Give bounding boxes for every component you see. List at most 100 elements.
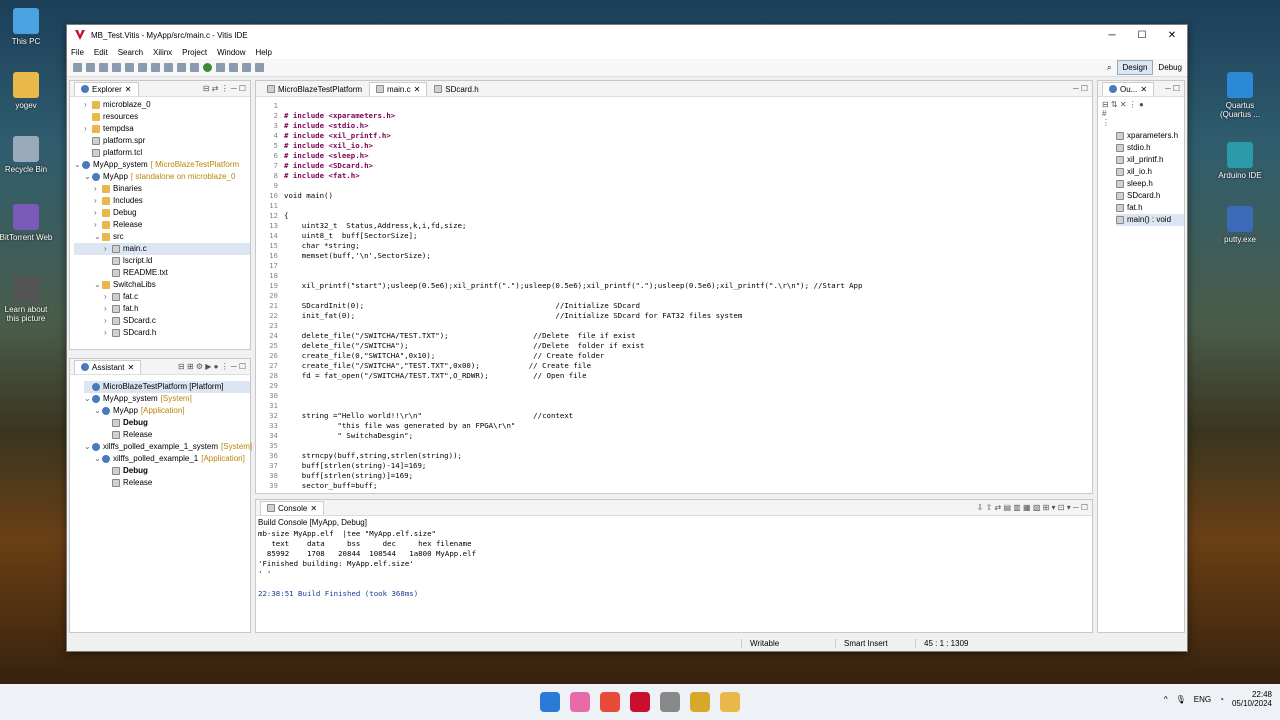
tree-item[interactable]: platform.spr: [74, 135, 250, 147]
expand-toggle-icon[interactable]: ⌄: [94, 405, 102, 417]
editor-tab[interactable]: SDcard.h: [427, 81, 486, 96]
outline-item[interactable]: sleep.h: [1116, 178, 1184, 190]
quartus-icon[interactable]: [690, 692, 710, 712]
tab-assistant[interactable]: Assistant ✕: [74, 359, 142, 374]
menu-item[interactable]: Window: [217, 48, 245, 57]
expand-toggle-icon[interactable]: ›: [104, 327, 112, 339]
close-icon[interactable]: ✕: [414, 85, 421, 94]
outline-item[interactable]: xil_io.h: [1116, 166, 1184, 178]
tree-item[interactable]: › microblaze_0: [74, 99, 250, 111]
outline-item[interactable]: xparameters.h: [1116, 130, 1184, 142]
print-icon[interactable]: [112, 63, 121, 72]
tree-item[interactable]: ⌄ MyApp_system[ MicroBlazeTestPlatform: [74, 159, 250, 171]
outline-item[interactable]: main() : void: [1116, 214, 1184, 226]
build-icon[interactable]: [138, 63, 147, 72]
desktop-icon[interactable]: putty.exe: [1212, 206, 1268, 244]
outline-item[interactable]: stdio.h: [1116, 142, 1184, 154]
explorer-icon[interactable]: [720, 692, 740, 712]
expand-toggle-icon[interactable]: ⌄: [74, 159, 82, 171]
desktop-icon[interactable]: This PC: [0, 8, 54, 46]
menu-item[interactable]: Xilinx: [153, 48, 172, 57]
chrome-icon[interactable]: [600, 692, 620, 712]
debug-icon[interactable]: [190, 63, 199, 72]
expand-toggle-icon[interactable]: ›: [84, 123, 92, 135]
tree-item[interactable]: platform.tcl: [74, 147, 250, 159]
expand-toggle-icon[interactable]: ›: [104, 303, 112, 315]
editor-tab[interactable]: MicroBlazeTestPlatform: [260, 81, 370, 96]
tab-explorer[interactable]: Explorer ✕: [74, 81, 139, 96]
tree-item[interactable]: › Binaries: [74, 183, 250, 195]
program-icon[interactable]: [151, 63, 160, 72]
tree-item[interactable]: ⌄ MyApp_system [System]: [84, 393, 250, 405]
expand-toggle-icon[interactable]: ›: [94, 207, 102, 219]
maximize-button[interactable]: ☐: [1127, 30, 1157, 41]
tree-item[interactable]: ⌄ MyApp [Application]: [84, 405, 250, 417]
minimize-button[interactable]: ─: [1097, 30, 1127, 41]
explorer-controls[interactable]: ⊟ ⇄ ⋮ ─ ☐: [203, 84, 250, 93]
expand-toggle-icon[interactable]: ›: [84, 99, 92, 111]
tree-item[interactable]: › Release: [74, 219, 250, 231]
expand-toggle-icon[interactable]: ›: [94, 183, 102, 195]
tab-outline[interactable]: Ou... ✕: [1102, 81, 1155, 96]
tree-item[interactable]: › main.c: [74, 243, 250, 255]
tree-item[interactable]: › Debug: [74, 207, 250, 219]
tree-item[interactable]: ⌄ MyApp[ standalone on microblaze_0: [74, 171, 250, 183]
tree-item[interactable]: Release: [84, 429, 250, 441]
desktop-icon[interactable]: Arduino IDE: [1212, 142, 1268, 180]
tree-item[interactable]: ⌄ src: [74, 231, 250, 243]
design-perspective-button[interactable]: Design: [1116, 60, 1154, 75]
menu-item[interactable]: Help: [256, 48, 272, 57]
debug-perspective-button[interactable]: Debug: [1153, 61, 1187, 74]
tree-item[interactable]: ⌄ xilffs_polled_example_1_system [System]: [84, 441, 252, 453]
tree-item[interactable]: README.txt: [74, 267, 250, 279]
tree-item[interactable]: lscript.ld: [74, 255, 250, 267]
language-indicator[interactable]: ENG: [1194, 695, 1211, 704]
tree-item[interactable]: Debug: [84, 417, 250, 429]
expand-toggle-icon[interactable]: ›: [104, 291, 112, 303]
tree-item[interactable]: ⌄ xilffs_polled_example_1 [Application]: [84, 453, 250, 465]
code-editor[interactable]: 1 2 # include <xparameters.h> 3 # include <s…: [256, 97, 1092, 491]
expand-toggle-icon[interactable]: ›: [104, 315, 112, 327]
tree-item[interactable]: › SDcard.c: [74, 315, 250, 327]
expand-toggle-icon[interactable]: ⌄: [94, 453, 102, 465]
tree-item[interactable]: MicroBlazeTestPlatform [Platform]: [84, 381, 250, 393]
expand-toggle-icon[interactable]: ⌄: [84, 441, 92, 453]
microphone-icon[interactable]: 🎙: [1176, 695, 1186, 704]
forward-icon[interactable]: [255, 63, 264, 72]
desktop-icon[interactable]: Learn about this picture: [0, 276, 54, 323]
menu-item[interactable]: File: [71, 48, 84, 57]
tree-item[interactable]: ⌄ SwitchaLibs: [74, 279, 250, 291]
tree-item[interactable]: › SDcard.h: [74, 327, 250, 339]
expand-toggle-icon[interactable]: ⌄: [94, 231, 102, 243]
tree-item[interactable]: Debug: [84, 465, 250, 477]
desktop-icon[interactable]: yogev: [0, 72, 54, 110]
start-icon[interactable]: [540, 692, 560, 712]
search-icon[interactable]: ⌕: [1102, 61, 1116, 75]
desktop-icon[interactable]: Quartus (Quartus ...: [1212, 72, 1268, 119]
chevron-up-icon[interactable]: ^: [1164, 695, 1168, 704]
console-controls[interactable]: ⇩ ⇧ ⇄ ▤ ▥ ▦ ▧ ⊞ ▾ ⊡ ▾ ─ ☐: [977, 503, 1092, 512]
clock[interactable]: 22:48 05/10/2024: [1232, 690, 1272, 708]
editor-controls[interactable]: ─ ☐: [1073, 84, 1092, 93]
tree-item[interactable]: Release: [84, 477, 250, 489]
tree-item[interactable]: › fat.h: [74, 303, 250, 315]
desktop-icon[interactable]: Recycle Bin: [0, 136, 54, 174]
run-icon[interactable]: [203, 63, 212, 72]
menu-item[interactable]: Edit: [94, 48, 108, 57]
close-button[interactable]: ✕: [1157, 30, 1187, 41]
tools-icon[interactable]: [660, 692, 680, 712]
settings-icon[interactable]: [125, 63, 134, 72]
tree-item[interactable]: › fat.c: [74, 291, 250, 303]
tree-item[interactable]: › Includes: [74, 195, 250, 207]
tools-icon[interactable]: [216, 63, 225, 72]
desktop-icon[interactable]: BitTorrent Web: [0, 204, 54, 242]
expand-toggle-icon[interactable]: ›: [104, 243, 112, 255]
expand-toggle-icon[interactable]: ⌄: [84, 393, 92, 405]
terminal-icon[interactable]: [164, 63, 173, 72]
save-all-icon[interactable]: [99, 63, 108, 72]
outline-item[interactable]: fat.h: [1116, 202, 1184, 214]
save-icon[interactable]: [86, 63, 95, 72]
expand-toggle-icon[interactable]: ›: [94, 195, 102, 207]
new-icon[interactable]: [73, 63, 82, 72]
outline-controls[interactable]: ─ ☐: [1165, 84, 1184, 93]
